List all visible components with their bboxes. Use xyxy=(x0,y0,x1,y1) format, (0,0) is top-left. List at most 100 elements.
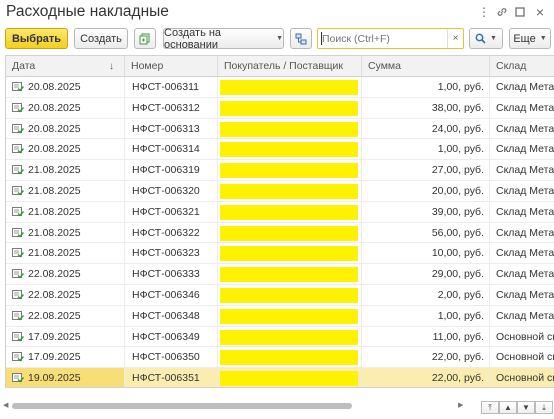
document-icon xyxy=(12,123,24,134)
cell-number: НФСТ-006351 xyxy=(125,368,218,387)
currency-value: руб. xyxy=(463,81,484,93)
column-header-number[interactable]: Номер xyxy=(125,56,218,77)
cell-warehouse: Основной скл xyxy=(496,351,554,364)
column-header-warehouse[interactable]: Склад xyxy=(490,56,554,77)
copy-button[interactable] xyxy=(134,28,156,49)
table-row[interactable]: 22.08.2025 НФСТ-006333 29,00, руб. Склад Ме… xyxy=(6,264,554,285)
sort-descending-icon: ↓ xyxy=(109,61,114,72)
maximize-icon[interactable] xyxy=(512,4,528,20)
cell-date: 21.08.2025 xyxy=(6,222,125,243)
create-on-basis-button[interactable]: Создать на основании ▼ xyxy=(163,27,284,51)
cell-date: 22.08.2025 xyxy=(6,285,125,305)
currency-value: руб. xyxy=(463,268,484,281)
cell-date: 20.08.2025 xyxy=(6,97,125,118)
select-button[interactable]: Выбрать xyxy=(5,28,68,49)
more-actions-button[interactable]: Еще ▼ xyxy=(509,28,551,49)
page-down-button[interactable]: ▼ xyxy=(517,401,535,414)
date-value: 21.08.2025 xyxy=(28,205,81,218)
cell-sum: 38,00, руб. xyxy=(362,97,490,118)
cell-date: 20.08.2025 xyxy=(6,118,125,139)
search-options-button[interactable]: ▼ xyxy=(469,28,503,49)
date-value: 20.08.2025 xyxy=(28,122,81,135)
last-page-button[interactable]: ⤓ xyxy=(535,401,553,414)
cell-number: НФСТ-006350 xyxy=(125,347,218,368)
currency-value: руб. xyxy=(463,309,484,322)
cell-number: НФСТ-006323 xyxy=(125,243,218,264)
redacted-buyer xyxy=(220,329,358,345)
cell-warehouse: Склад Металл xyxy=(496,164,554,177)
date-value: 22.08.2025 xyxy=(28,268,81,281)
redacted-buyer xyxy=(220,267,358,283)
table-row[interactable]: 17.09.2025 НФСТ-006350 22,00, руб. Основной… xyxy=(6,347,554,369)
scroll-left-icon[interactable]: ◀ xyxy=(3,402,10,410)
close-icon[interactable]: × xyxy=(532,4,548,20)
table-row[interactable]: 21.08.2025 НФСТ-006321 39,00, руб. Склад Ме… xyxy=(6,201,554,223)
date-value: 20.08.2025 xyxy=(28,101,81,114)
search-input[interactable] xyxy=(322,31,446,46)
date-value: 21.08.2025 xyxy=(28,247,81,260)
column-header-buyer[interactable]: Покупатель / Поставщик xyxy=(218,56,362,77)
table-row[interactable]: 22.08.2025 НФСТ-006346 2,00, руб. Склад Мет… xyxy=(6,285,554,306)
table-row[interactable]: 17.09.2025 НФСТ-006349 11,00, руб. Основной… xyxy=(6,326,554,348)
document-icon xyxy=(12,144,24,154)
column-header-date[interactable]: Дата ↓ xyxy=(6,56,125,77)
table-row[interactable]: 20.08.2025 НФСТ-006312 38,00, руб. Склад Ме… xyxy=(6,97,554,119)
documents-table[interactable]: Дата ↓ Номер Покупатель / Поставщик Сумм… xyxy=(5,55,554,388)
table-row[interactable]: 22.08.2025 НФСТ-006348 1,00, руб. Склад Мет… xyxy=(6,305,554,327)
redacted-buyer xyxy=(220,184,358,199)
sum-value: 22,00 xyxy=(431,372,459,385)
more-icon[interactable]: ⋮ xyxy=(476,4,492,20)
cell-warehouse: Склад Металл xyxy=(496,309,554,322)
search-icon xyxy=(475,33,486,44)
cell-date: 21.08.2025 xyxy=(6,160,125,181)
cell-warehouse: Склад Металл xyxy=(496,205,554,218)
cell-sum: 56,00, руб. xyxy=(362,222,490,243)
cell-warehouse: Основной скл xyxy=(496,330,554,343)
structure-button[interactable] xyxy=(290,28,312,49)
horizontal-scrollbar[interactable] xyxy=(12,403,352,409)
currency-value: руб. xyxy=(463,289,484,301)
more-actions-label: Еще xyxy=(513,32,536,45)
cell-number: НФСТ-006314 xyxy=(125,139,218,160)
cell-number: НФСТ-006320 xyxy=(125,181,218,201)
table-row[interactable]: 21.08.2025 НФСТ-006320 20,00, руб. Склад Ме… xyxy=(6,181,554,202)
currency-value: руб. xyxy=(463,330,484,343)
clear-search-icon[interactable]: × xyxy=(447,29,463,48)
table-row[interactable]: 20.08.2025 НФСТ-006314 1,00, руб. Склад Мет… xyxy=(6,139,554,161)
sum-value: 27,00 xyxy=(431,164,459,177)
first-page-button[interactable]: ⤒ xyxy=(481,401,499,414)
cell-number: НФСТ-006321 xyxy=(125,201,218,222)
copy-icon xyxy=(139,33,150,44)
date-value: 21.08.2025 xyxy=(28,185,81,197)
column-header-sum[interactable]: Сумма xyxy=(362,56,490,77)
table-row[interactable]: 20.08.2025 НФСТ-006311 1,00, руб. Склад Мет… xyxy=(6,77,554,98)
redacted-buyer xyxy=(220,308,358,324)
document-icon xyxy=(12,227,24,238)
cell-warehouse: Склад Металл xyxy=(496,81,554,93)
currency-value: руб. xyxy=(463,247,484,260)
cell-sum: 1,00, руб. xyxy=(362,139,490,160)
search-field[interactable]: × xyxy=(317,28,464,49)
table-row[interactable]: 21.08.2025 НФСТ-006322 56,00, руб. Склад Ме… xyxy=(6,222,554,244)
document-icon xyxy=(12,269,24,279)
cell-date: 17.09.2025 xyxy=(6,326,125,347)
page-up-button[interactable]: ▲ xyxy=(499,401,517,414)
link-icon[interactable] xyxy=(494,4,510,20)
document-icon xyxy=(12,310,24,321)
cell-date: 21.08.2025 xyxy=(6,243,125,264)
scroll-right-icon[interactable]: ▶ xyxy=(458,402,465,410)
table-row[interactable]: 19.09.2025 НФСТ-006351 22,00, руб. Основной… xyxy=(6,368,554,387)
create-button[interactable]: Создать xyxy=(74,28,128,49)
cell-sum: 11,00, руб. xyxy=(362,326,490,347)
sum-value: 29,00 xyxy=(431,268,459,281)
table-row[interactable]: 21.08.2025 НФСТ-006319 27,00, руб. Склад Ме… xyxy=(6,160,554,181)
sum-value: 38,00 xyxy=(431,101,459,114)
table-row[interactable]: 21.08.2025 НФСТ-006323 10,00, руб. Склад Ме… xyxy=(6,243,554,265)
redacted-buyer xyxy=(220,121,358,137)
document-icon xyxy=(12,186,24,196)
cell-date: 20.08.2025 xyxy=(6,139,125,160)
redacted-buyer xyxy=(220,246,358,262)
column-header-date-label: Дата xyxy=(12,60,36,72)
table-row[interactable]: 20.08.2025 НФСТ-006313 24,00, руб. Склад Ме… xyxy=(6,118,554,140)
title-bar: Расходные накладные ⋮ × xyxy=(0,0,554,26)
